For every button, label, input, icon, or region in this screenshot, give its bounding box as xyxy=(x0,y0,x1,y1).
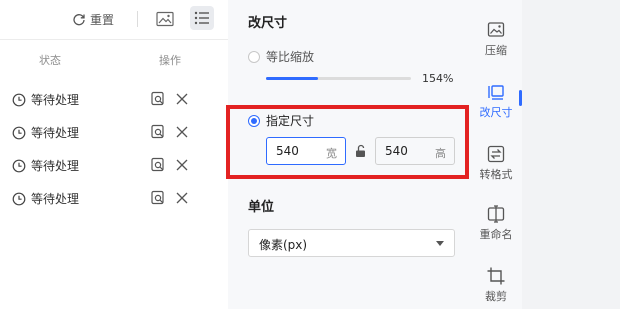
unit-select[interactable]: 像素(px) xyxy=(248,229,455,257)
rail-label-compress: 压缩 xyxy=(485,44,507,57)
resize-section-title: 改尺寸 xyxy=(248,16,288,31)
list-icon xyxy=(194,11,209,25)
column-header-action: 操作 xyxy=(159,54,181,67)
highlight-box xyxy=(226,105,469,179)
unit-section-title: 单位 xyxy=(248,200,275,215)
tool-rail: 压缩 改尺寸 转格式 重命名 裁剪 xyxy=(470,0,522,309)
preview-icon[interactable] xyxy=(150,91,166,107)
chevron-down-icon xyxy=(436,241,444,246)
rename-icon xyxy=(487,205,505,223)
rail-item-crop[interactable]: 裁剪 xyxy=(470,266,522,309)
refresh-icon xyxy=(73,14,85,26)
rail-label-rename: 重命名 xyxy=(479,228,513,241)
status-text: 等待处理 xyxy=(31,159,80,173)
rail-label-convert: 转格式 xyxy=(479,168,513,181)
scale-slider-fill xyxy=(266,77,319,80)
proportional-label: 等比缩放 xyxy=(266,50,315,64)
rail-item-convert[interactable]: 转格式 xyxy=(470,144,522,188)
rail-item-resize[interactable]: 改尺寸 xyxy=(470,82,522,126)
clock-icon xyxy=(12,192,26,205)
compress-image-icon xyxy=(487,22,505,37)
thumbnail-view-button[interactable] xyxy=(154,8,176,30)
unit-select-value: 像素(px) xyxy=(259,238,308,252)
scale-value: 154% xyxy=(422,72,454,85)
list-view-button[interactable] xyxy=(190,6,214,30)
list-item: 等待处理 xyxy=(0,88,228,112)
scale-slider[interactable] xyxy=(266,77,411,80)
preview-icon[interactable] xyxy=(150,124,166,140)
status-cell: 等待处理 xyxy=(12,124,79,141)
clock-icon xyxy=(12,126,26,139)
list-item: 等待处理 xyxy=(0,187,228,211)
close-icon[interactable] xyxy=(174,190,190,206)
status-cell: 等待处理 xyxy=(12,190,79,207)
status-cell: 等待处理 xyxy=(12,157,79,174)
rail-item-rename[interactable]: 重命名 xyxy=(470,204,522,248)
list-item: 等待处理 xyxy=(0,154,228,178)
close-icon[interactable] xyxy=(174,91,190,107)
close-icon[interactable] xyxy=(174,124,190,140)
clock-icon xyxy=(12,159,26,172)
rail-label-crop: 裁剪 xyxy=(485,290,507,303)
status-text: 等待处理 xyxy=(31,126,80,140)
status-text: 等待处理 xyxy=(31,93,80,107)
file-list-panel: 重置 状态 操作 等待处理 等待处理 等待处理 等待处理 xyxy=(0,0,228,309)
image-icon xyxy=(156,11,174,27)
proportional-scale-option[interactable]: 等比缩放 xyxy=(248,48,314,65)
right-background xyxy=(522,0,620,309)
status-cell: 等待处理 xyxy=(12,91,79,108)
crop-icon xyxy=(487,267,505,285)
rail-item-compress[interactable]: 压缩 xyxy=(470,20,522,64)
toolbar-divider xyxy=(137,11,138,27)
close-icon[interactable] xyxy=(174,157,190,173)
convert-format-icon xyxy=(487,145,505,163)
rail-label-resize: 改尺寸 xyxy=(479,106,513,119)
preview-icon[interactable] xyxy=(150,157,166,173)
proportional-radio[interactable] xyxy=(248,50,260,63)
reset-label: 重置 xyxy=(90,12,115,27)
list-toolbar: 重置 xyxy=(0,0,228,40)
clock-icon xyxy=(12,93,26,106)
list-item: 等待处理 xyxy=(0,121,228,145)
preview-icon[interactable] xyxy=(150,190,166,206)
resize-icon xyxy=(488,85,504,100)
app-root: 重置 状态 操作 等待处理 等待处理 等待处理 等待处理 改尺寸 等比缩放 15… xyxy=(0,0,620,309)
column-header-status: 状态 xyxy=(39,54,61,67)
status-text: 等待处理 xyxy=(31,192,80,206)
reset-button[interactable]: 重置 xyxy=(72,9,114,29)
